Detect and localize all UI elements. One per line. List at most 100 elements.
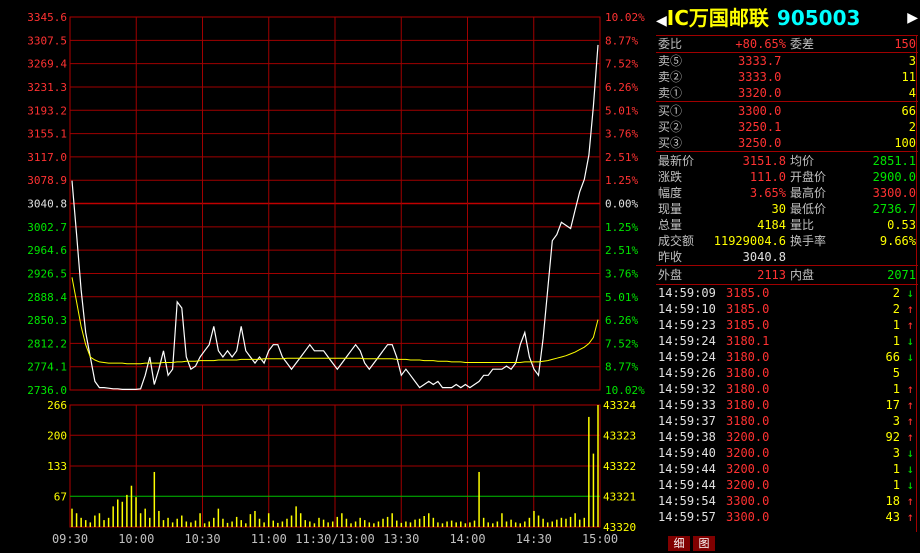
tick-row: 14:59:32 3180.0 1 ↑ — [658, 381, 916, 397]
tick-volume: 2 — [892, 302, 900, 316]
tick-volume: 1 — [892, 334, 900, 348]
tick-direction-icon: ↑ — [906, 382, 914, 396]
quote-label: 量比 — [790, 218, 815, 232]
tick-volume: 92 — [885, 430, 900, 444]
pct-axis-label: 10.02% — [605, 11, 645, 24]
time-axis-label: 14:30 — [516, 532, 552, 546]
ask-volume: 3 — [908, 54, 916, 68]
tick-direction-icon: ↑ — [906, 318, 914, 332]
tick-direction-icon: ↓ — [906, 350, 914, 364]
pct-axis-label: 1.25% — [605, 221, 638, 234]
ask-volume: 11 — [901, 70, 916, 84]
quote-panel: ◀IC万国邮联 905003 ▶ 委比 +80.65% 委差 150 卖⑤ 3333.… — [656, 0, 920, 549]
bid-label: 买③ — [658, 136, 683, 150]
pct-axis-label: 8.77% — [605, 34, 638, 47]
tick-row: 14:59:24 3180.1 1 ↓ — [658, 333, 916, 349]
volume-axis-label: 266 — [47, 399, 67, 412]
tick-row: 14:59:10 3185.0 2 ↑ — [658, 301, 916, 317]
volume-axis-right-label: 43322 — [603, 460, 636, 473]
tick-volume: 43 — [885, 510, 900, 524]
pct-axis-label: 6.26% — [605, 314, 638, 327]
volume-axis-right-label: 43323 — [603, 430, 636, 443]
prev-stock-arrow-icon[interactable]: ◀ — [656, 13, 667, 29]
quote-label: 最高价 — [790, 186, 827, 200]
ask-label: 卖① — [658, 86, 683, 100]
tick-row: 14:59:44 3200.0 1 ↓ — [658, 477, 916, 493]
tick-row: 14:59:40 3200.0 3 ↓ — [658, 445, 916, 461]
bid-price: 3300.0 — [738, 104, 782, 118]
tick-volume: 1 — [892, 318, 900, 332]
quote-value: 2851.1 — [872, 154, 916, 168]
pct-axis-label: 10.02% — [605, 384, 645, 397]
tick-row: 14:59:54 3300.0 18 ↑ — [658, 493, 916, 509]
quote-value: 2736.7 — [872, 202, 916, 216]
volume-axis-label: 200 — [47, 429, 67, 442]
bid-row: 买② 3250.1 2 — [658, 119, 916, 135]
next-stock-arrow-icon[interactable]: ▶ — [907, 4, 918, 32]
bid-price: 3250.0 — [738, 136, 782, 150]
tick-row: 14:59:26 3180.0 5 — [658, 365, 916, 381]
price-axis-label: 2888.4 — [27, 291, 67, 304]
tick-price: 3185.0 — [726, 302, 770, 316]
tick-row: 14:59:24 3180.0 66 ↓ — [658, 349, 916, 365]
price-axis-label: 3078.9 — [27, 174, 67, 187]
ask-label: 卖② — [658, 70, 683, 84]
tick-time: 14:59:26 — [658, 366, 716, 380]
ask-row: 卖⑤ 3333.7 3 — [658, 53, 916, 69]
quote-row: 总量 4184 量比 0.53 — [658, 217, 916, 233]
tick-time: 14:59:38 — [658, 430, 716, 444]
quote-row: 昨收 3040.8 — [658, 249, 916, 265]
price-axis-label: 2850.3 — [27, 314, 67, 327]
quote-value: 4184 — [757, 218, 786, 232]
tick-price: 3200.0 — [726, 446, 770, 460]
tick-row: 14:59:57 3300.0 43 ↑ — [658, 509, 916, 525]
quote-label: 开盘价 — [790, 170, 827, 184]
tick-time: 14:59:32 — [658, 382, 716, 396]
volume-axis-label: 67 — [54, 490, 67, 503]
order-diff-value: 150 — [894, 37, 916, 51]
order-ratio-value: +80.65% — [735, 37, 786, 51]
pct-axis-label: 6.26% — [605, 81, 638, 94]
price-axis-label: 3193.2 — [27, 104, 67, 117]
order-diff-label: 委差 — [790, 37, 815, 51]
tick-price: 3200.0 — [726, 478, 770, 492]
volume-axis-right-label: 43320 — [603, 521, 636, 534]
quote-value: 3300.0 — [872, 186, 916, 200]
stock-name: IC万国邮联 — [666, 6, 769, 30]
price-axis-label: 3269.4 — [27, 58, 67, 71]
ask-price: 3320.0 — [738, 86, 782, 100]
price-axis-label: 2812.2 — [27, 337, 67, 350]
tick-volume: 1 — [892, 462, 900, 476]
tick-time: 14:59:57 — [658, 510, 716, 524]
tick-price: 3180.0 — [726, 382, 770, 396]
tick-time: 14:59:24 — [658, 334, 716, 348]
tick-time: 14:59:33 — [658, 398, 716, 412]
tick-volume: 3 — [892, 446, 900, 460]
price-axis-label: 2964.6 — [27, 244, 67, 257]
quote-label: 总量 — [658, 218, 683, 232]
quote-label: 昨收 — [658, 250, 683, 264]
tick-time: 14:59:09 — [658, 286, 716, 300]
ask-price: 3333.7 — [738, 54, 782, 68]
tick-direction-icon: ↑ — [906, 494, 914, 508]
outer-label: 外盘 — [658, 268, 683, 282]
pct-axis-label: 5.01% — [605, 104, 638, 117]
pct-axis-label: 2.51% — [605, 151, 638, 164]
bid-price: 3250.1 — [738, 120, 782, 134]
tick-time: 14:59:54 — [658, 494, 716, 508]
bid-volume: 100 — [894, 136, 916, 150]
quote-label: 均价 — [790, 154, 815, 168]
price-axis-label: 3307.5 — [27, 34, 67, 47]
intraday-chart[interactable]: 3345.6 10.02% 3307.5 8.77% 3269.4 7.52% 3231.3… — [0, 0, 656, 549]
quote-value: 111.0 — [749, 170, 786, 184]
tick-row: 14:59:37 3180.0 3 ↑ — [658, 413, 916, 429]
pct-axis-label: 2.51% — [605, 244, 638, 257]
tick-price: 3300.0 — [726, 494, 770, 508]
time-axis-label: 09:30 — [52, 532, 88, 546]
pct-axis-label: 0.00% — [605, 198, 638, 211]
bid-row: 买① 3300.0 66 — [658, 103, 916, 119]
divider — [656, 151, 918, 152]
tick-row: 14:59:38 3200.0 92 ↑ — [658, 429, 916, 445]
tick-volume: 1 — [892, 478, 900, 492]
quote-value: 3151.8 — [742, 154, 786, 168]
